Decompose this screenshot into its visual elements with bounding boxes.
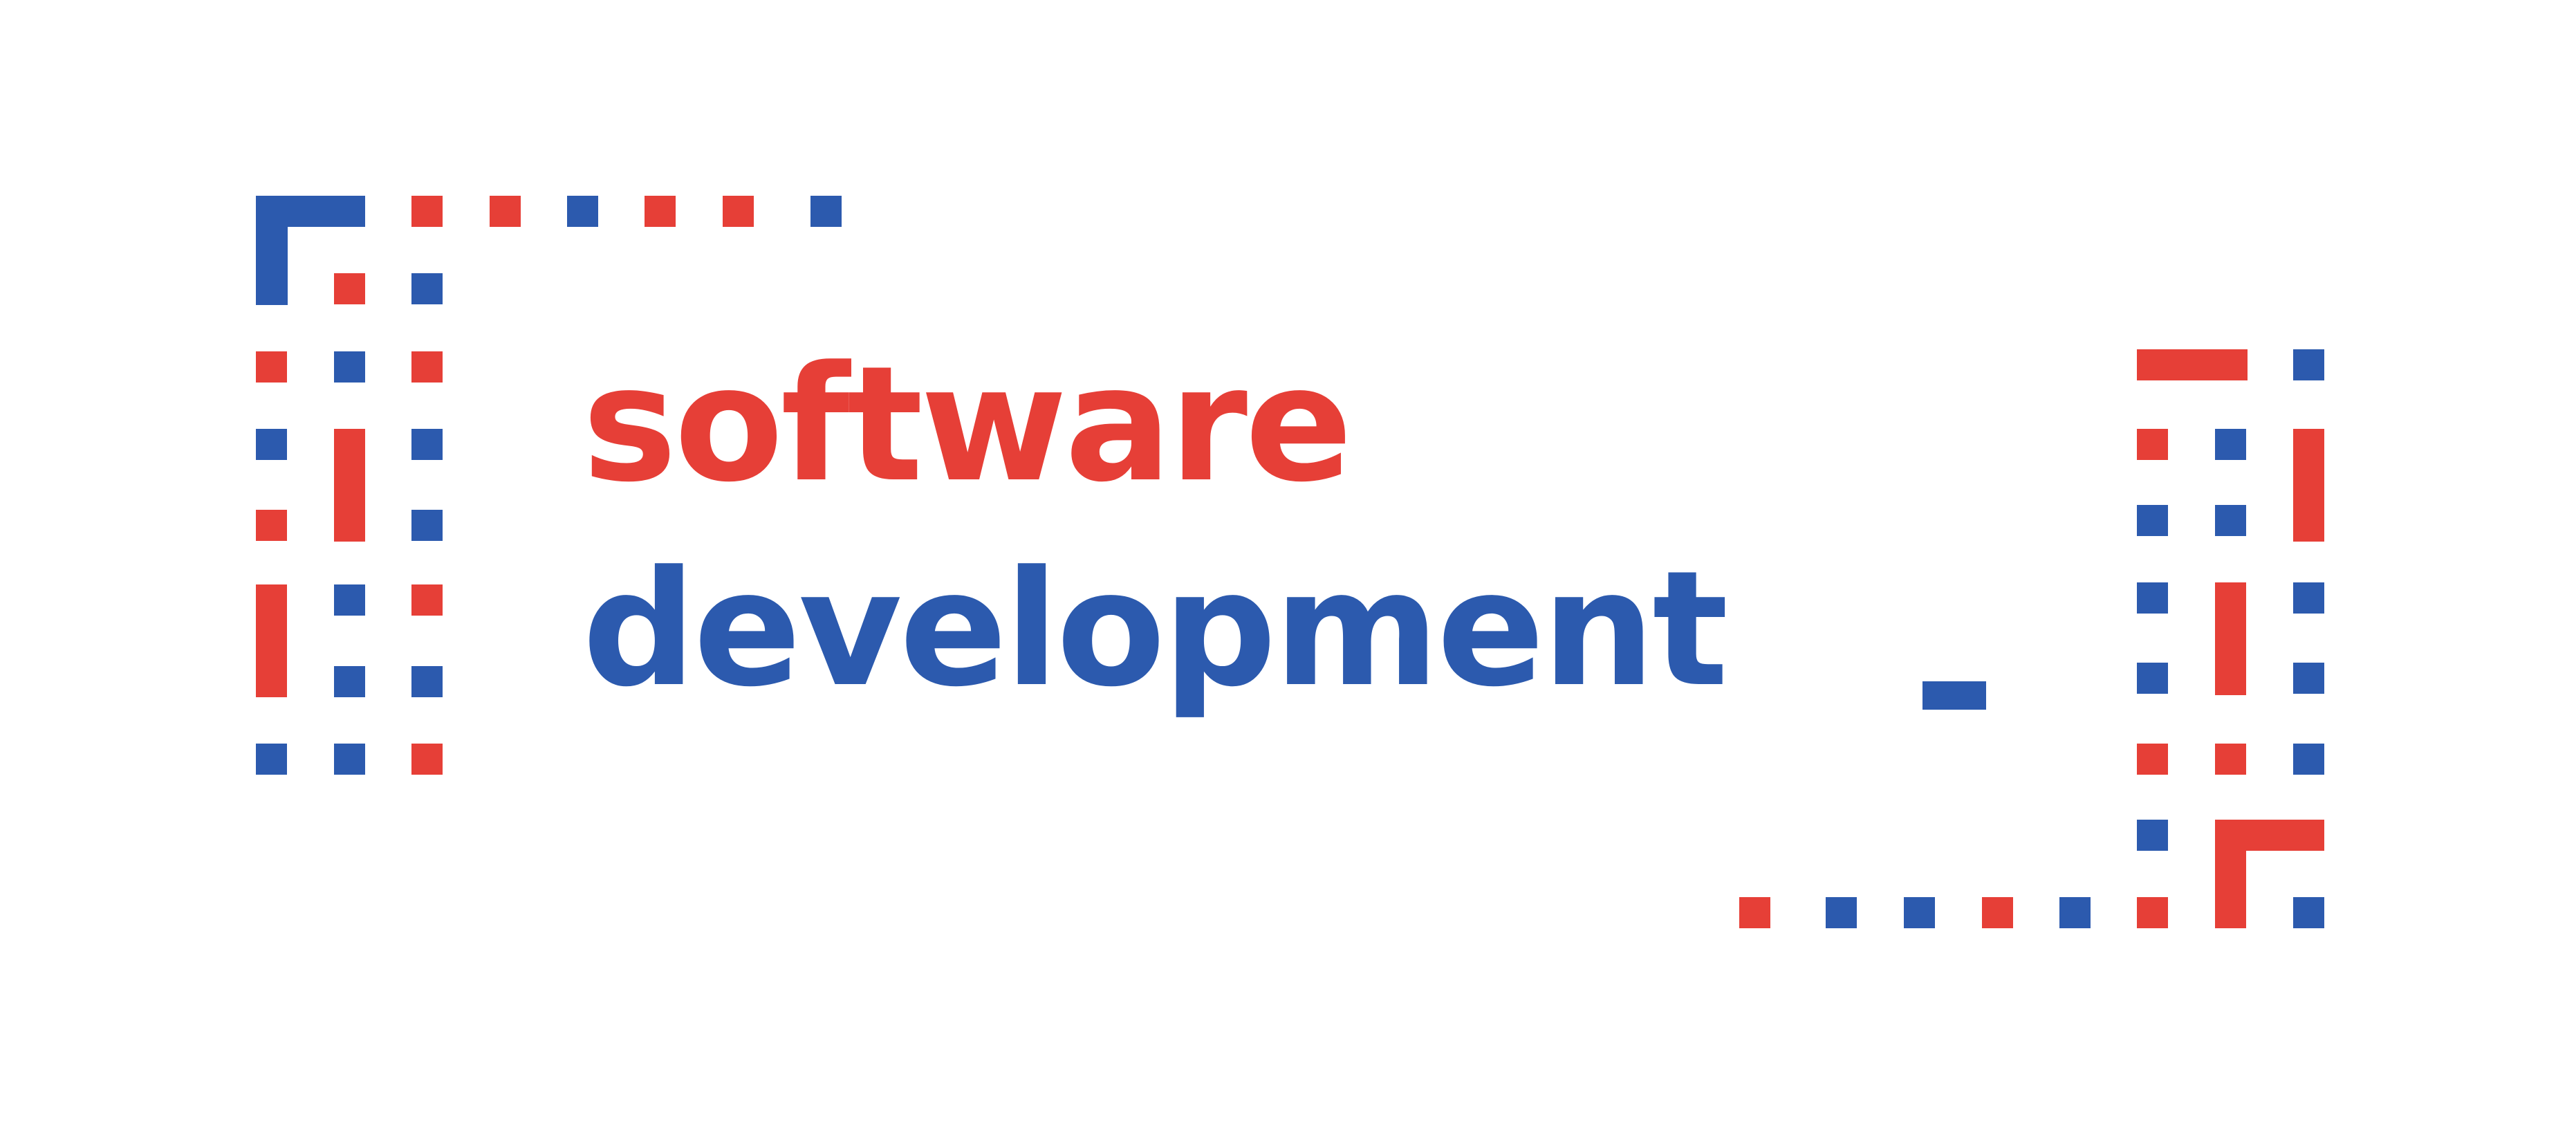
bottom-dash-square-3 [1982, 897, 2013, 928]
left-col2-square-1 [334, 351, 365, 383]
right-col1-square-2 [2137, 582, 2168, 614]
left-col3-square-5 [411, 666, 443, 697]
top-dash-square-3 [645, 196, 676, 227]
left-col2-square-0 [334, 273, 365, 304]
bottom-dash-square-1 [1826, 897, 1857, 928]
right-col2-bar [2215, 582, 2246, 695]
underscore-cursor [1922, 681, 1986, 710]
right-col1-square-5 [2137, 820, 2168, 851]
left-col2-square-3 [334, 666, 365, 697]
right-col2-square-0 [2215, 429, 2246, 460]
right-col1-square-4 [2137, 744, 2168, 775]
left-col1-square-0 [256, 351, 287, 383]
top-dash-square-4 [723, 196, 754, 227]
left-col2-bar [334, 429, 365, 542]
left-col1-bar [256, 584, 287, 697]
left-col3-square-6 [411, 744, 443, 775]
bottom-dash-square-2 [1904, 897, 1935, 928]
left-col3-square-2 [411, 429, 443, 460]
top-right-bar [2137, 349, 2248, 380]
right-col1-square-6 [2137, 897, 2168, 928]
top-dash-square-0 [411, 196, 443, 227]
left-col2-square-2 [334, 584, 365, 616]
right-col2-square-1 [2215, 505, 2246, 536]
left-col1-square-3 [256, 744, 287, 775]
right-col1-square-0 [2137, 429, 2168, 460]
right-col3-square-2 [2293, 744, 2324, 775]
right-col3-bar [2293, 429, 2324, 542]
left-col3-square-1 [411, 351, 443, 383]
left-col1-square-1 [256, 429, 287, 460]
right-col3-square-3 [2293, 897, 2324, 928]
left-col3-square-4 [411, 584, 443, 616]
right-col1-square-3 [2137, 663, 2168, 694]
top-dash-square-5 [810, 196, 842, 227]
title-line-software: software [582, 333, 1353, 517]
top-dash-square-1 [490, 196, 521, 227]
left-col3-square-3 [411, 510, 443, 541]
right-col1-square-1 [2137, 505, 2168, 536]
right-col3-square-0 [2293, 582, 2324, 614]
title-line-development: development [582, 537, 1728, 722]
right-top-square [2293, 349, 2324, 380]
right-col3-square-1 [2293, 663, 2324, 694]
bottom-dash-square-0 [1739, 897, 1770, 928]
logo-canvas: software development [0, 0, 2576, 1124]
top-dash-square-2 [567, 196, 598, 227]
left-col3-square-0 [411, 273, 443, 304]
bottom-dash-square-4 [2059, 897, 2091, 928]
right-col2-square-2 [2215, 744, 2246, 775]
left-col1-square-2 [256, 510, 287, 541]
left-col2-square-4 [334, 744, 365, 775]
